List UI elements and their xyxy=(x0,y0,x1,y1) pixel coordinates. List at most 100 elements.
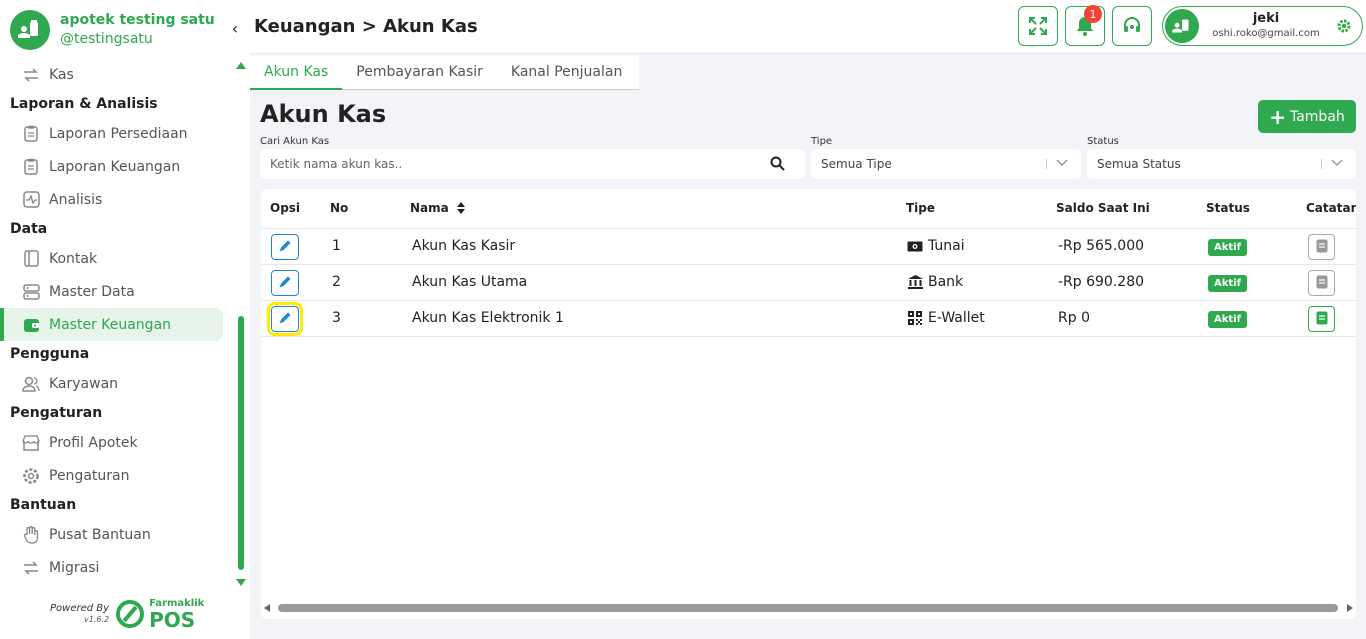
sidebar-item-profil-apotek[interactable]: Profil Apotek xyxy=(0,426,235,459)
database-icon xyxy=(22,283,40,301)
expand-icon xyxy=(1029,17,1047,35)
sidebar-section-title: Bantuan xyxy=(10,497,77,513)
chevron-down-icon xyxy=(1056,159,1068,167)
scroll-down-arrow-icon[interactable] xyxy=(236,579,246,586)
brand-name: apotek testing satu xyxy=(60,12,215,28)
bank-icon xyxy=(907,275,923,289)
page-title: Akun Kas xyxy=(260,100,387,128)
tab-kanal-penjualan[interactable]: Kanal Penjualan xyxy=(497,56,636,90)
pencil-icon xyxy=(278,310,292,329)
sidebar-item-kas[interactable]: Kas xyxy=(0,58,235,91)
row-tipe: Bank xyxy=(907,274,963,290)
tab-pembayaran-kasir[interactable]: Pembayaran Kasir xyxy=(342,56,497,90)
notification-button[interactable]: 1 xyxy=(1065,5,1105,46)
hand-icon xyxy=(22,525,40,544)
table-row: 1 Akun Kas Kasir Tunai -Rp 565.000 Aktif xyxy=(261,228,1356,264)
catatan-button[interactable] xyxy=(1308,270,1335,296)
row-tipe-label: Tunai xyxy=(928,238,965,254)
sidebar-scroll-thumb[interactable] xyxy=(238,316,244,570)
brand[interactable]: apotek testing satu @testingsatu xyxy=(10,10,215,50)
users-icon xyxy=(22,375,40,393)
pencil-icon xyxy=(278,238,292,257)
fullscreen-button[interactable] xyxy=(1018,6,1058,46)
sidebar-item-kontak[interactable]: Kontak xyxy=(0,242,235,275)
row-saldo: -Rp 690.280 xyxy=(1058,274,1145,290)
sidebar-item-label: Master Keuangan xyxy=(49,316,172,333)
powered-by-text: Powered By xyxy=(50,603,110,614)
user-profile[interactable]: jeki oshi.roko@gmail.com xyxy=(1162,6,1363,46)
row-saldo: Rp 0 xyxy=(1058,310,1090,326)
avatar xyxy=(1165,9,1199,43)
note-icon xyxy=(1316,274,1328,293)
sidebar-item-analisis[interactable]: Analisis xyxy=(0,183,235,216)
row-no: 2 xyxy=(332,274,341,290)
row-saldo: -Rp 565.000 xyxy=(1058,238,1145,254)
table-scroll-thumb[interactable] xyxy=(278,604,1338,612)
brand-handle: @testingsatu xyxy=(60,31,153,47)
table-horizontal-scrollbar[interactable] xyxy=(261,601,1356,615)
status-select[interactable]: Semua Status xyxy=(1087,149,1356,179)
select-separator xyxy=(1321,159,1322,169)
status-badge: Aktif xyxy=(1208,311,1247,328)
row-tipe-label: E-Wallet xyxy=(928,310,985,326)
tipe-select[interactable]: Semua Tipe xyxy=(811,149,1081,179)
sidebar-section-title: Pengaturan xyxy=(10,405,103,421)
gear-icon[interactable] xyxy=(1336,18,1352,34)
sidebar-item-karyawan[interactable]: Karyawan xyxy=(0,367,235,400)
add-button-label: Tambah xyxy=(1289,108,1345,125)
column-header-nama[interactable]: Nama xyxy=(410,201,465,215)
catatan-button[interactable] xyxy=(1308,234,1335,260)
collapse-sidebar-chevron-icon[interactable]: ‹ xyxy=(228,18,242,38)
row-nama: Akun Kas Elektronik 1 xyxy=(412,310,564,326)
sidebar-item-pusat-bantuan[interactable]: Pusat Bantuan xyxy=(0,518,235,551)
sidebar-section-title: Data xyxy=(10,221,48,237)
sidebar-item-label: Kas xyxy=(49,66,74,83)
note-icon xyxy=(1316,238,1328,257)
scroll-left-arrow-icon[interactable] xyxy=(264,604,270,612)
column-header-tipe: Tipe xyxy=(906,201,936,215)
sidebar-item-label: Kontak xyxy=(49,250,98,267)
user-email: oshi.roko@gmail.com xyxy=(1212,28,1320,39)
sidebar-item-master-data[interactable]: Master Data xyxy=(0,275,235,308)
search-field xyxy=(260,149,805,179)
support-button[interactable] xyxy=(1112,6,1152,46)
akun-kas-table: Opsi No Nama Tipe Saldo Saat Ini Status … xyxy=(261,189,1356,619)
column-header-saldo: Saldo Saat Ini xyxy=(1056,201,1150,215)
row-nama: Akun Kas Kasir xyxy=(412,238,516,254)
row-tipe: E-Wallet xyxy=(907,310,985,326)
clipboard-icon xyxy=(22,158,40,176)
edit-button[interactable] xyxy=(271,270,299,296)
sidebar-item-label: Pengaturan xyxy=(49,467,130,484)
sidebar-item-label: Master Data xyxy=(49,283,135,300)
sidebar-item-pengaturan[interactable]: Pengaturan xyxy=(0,459,235,492)
add-button[interactable]: + Tambah xyxy=(1258,100,1356,133)
sidebar-item-laporan-persediaan[interactable]: Laporan Persediaan xyxy=(0,117,235,150)
farmaklik-logo: Farmaklik POS xyxy=(115,598,204,630)
status-badge: Aktif xyxy=(1208,275,1247,292)
wallet-icon xyxy=(22,316,40,334)
sidebar-item-laporan-keuangan[interactable]: Laporan Keuangan xyxy=(0,150,235,183)
sidebar-item-master-keuangan[interactable]: Master Keuangan xyxy=(0,308,223,341)
sidebar-item-migrasi[interactable]: Migrasi xyxy=(0,551,235,584)
column-header-nama-label: Nama xyxy=(410,201,449,215)
status-label: Status xyxy=(1087,136,1119,147)
activity-icon xyxy=(22,191,40,209)
scroll-right-arrow-icon[interactable] xyxy=(1347,604,1353,612)
column-header-catatan: Catatan xyxy=(1306,201,1356,215)
edit-button[interactable] xyxy=(267,302,303,336)
sidebar-scrollbar[interactable] xyxy=(236,62,246,586)
scroll-up-arrow-icon[interactable] xyxy=(236,62,246,69)
edit-button[interactable] xyxy=(271,234,299,260)
row-no: 3 xyxy=(332,310,341,326)
store-icon xyxy=(22,434,40,452)
search-label: Cari Akun Kas xyxy=(260,136,330,147)
tab-akun-kas[interactable]: Akun Kas xyxy=(250,56,343,90)
catatan-button[interactable] xyxy=(1308,306,1335,332)
app-version: v1.6.2 xyxy=(83,615,110,624)
sort-icon[interactable] xyxy=(456,202,465,214)
search-icon[interactable] xyxy=(770,156,785,171)
search-input[interactable] xyxy=(270,157,750,171)
farmaklik-logo-icon xyxy=(116,600,145,628)
chevron-down-icon xyxy=(1331,159,1343,167)
pharmacy-avatar-icon xyxy=(1172,19,1189,33)
